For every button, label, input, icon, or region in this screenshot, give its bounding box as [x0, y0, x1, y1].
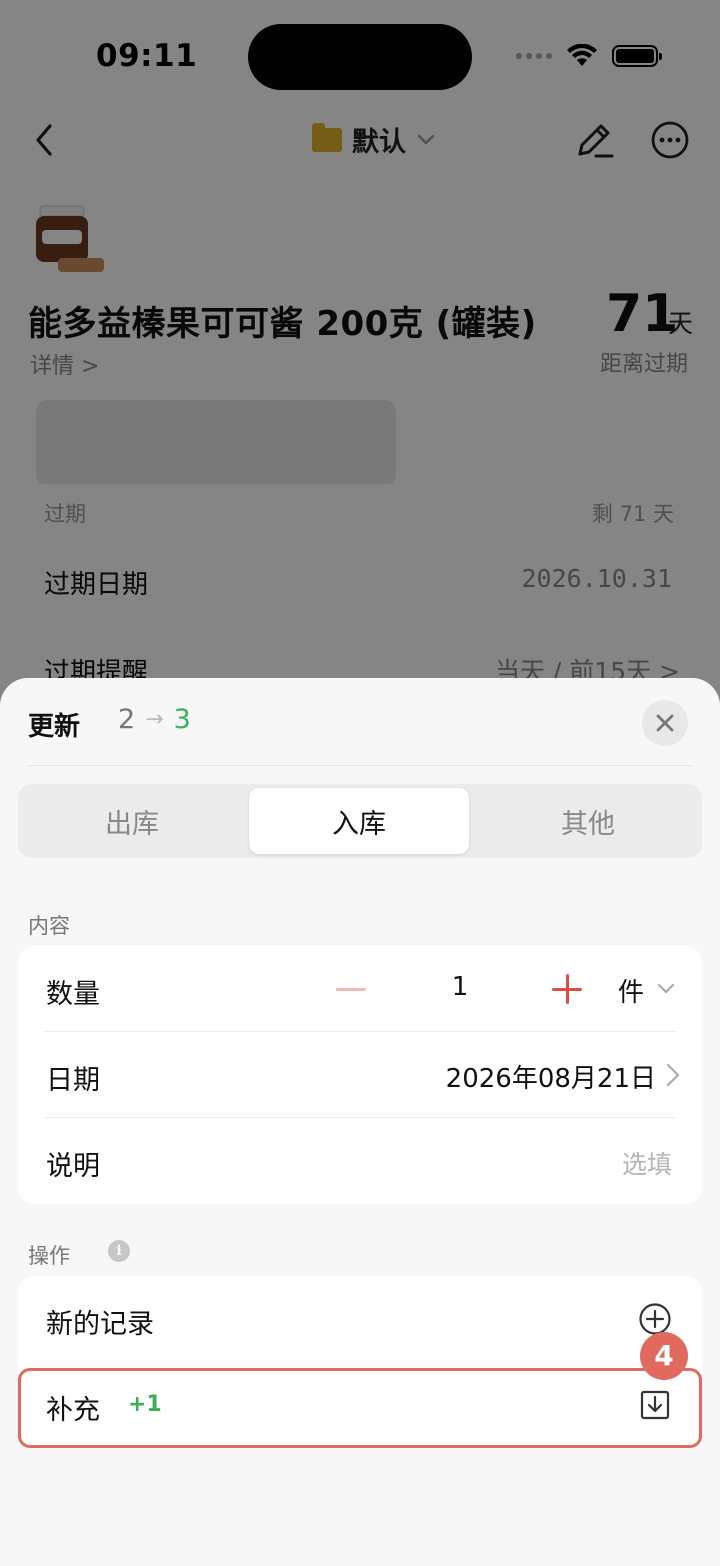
note-input[interactable]: 选填: [622, 1145, 672, 1181]
info-icon[interactable]: i: [108, 1240, 130, 1262]
date-value[interactable]: 2026年08月21日: [446, 1058, 656, 1095]
content-card: 数量 1 件 日期 2026年08月21日 说明 选填: [18, 946, 702, 1204]
quantity-value[interactable]: 1: [438, 972, 482, 1002]
quantity-row: 数量 1 件: [18, 946, 702, 1032]
close-button[interactable]: [642, 700, 688, 746]
segmented-control: 出库 入库 其他: [18, 784, 702, 858]
new-record-label: 新的记录: [46, 1309, 154, 1340]
tab-outbound[interactable]: 出库: [22, 788, 242, 854]
new-record-row[interactable]: 新的记录: [18, 1276, 702, 1362]
note-label: 说明: [46, 1151, 100, 1182]
divider: [28, 765, 692, 766]
version-to: 3: [173, 704, 191, 735]
date-row[interactable]: 日期 2026年08月21日: [18, 1032, 702, 1118]
unit-selector[interactable]: 件: [618, 972, 644, 1009]
increment-button[interactable]: [552, 974, 582, 1004]
add-circle-icon[interactable]: [638, 1302, 672, 1336]
chevron-down-icon[interactable]: [656, 978, 676, 998]
note-row[interactable]: 说明 选填: [18, 1118, 702, 1204]
version-from: 2: [118, 704, 136, 735]
close-icon: [656, 714, 674, 732]
sheet-title: 更新: [28, 712, 81, 742]
date-label: 日期: [46, 1065, 100, 1096]
content-section-label: 内容: [28, 914, 70, 938]
chevron-right-icon: [666, 1063, 680, 1087]
decrement-button[interactable]: [336, 988, 366, 991]
step-badge: 4: [640, 1332, 688, 1380]
version-change: 2 → 3: [118, 704, 191, 735]
arrow-right-icon: →: [145, 707, 164, 732]
highlight-box: [18, 1368, 702, 1448]
actions-section-label: 操作: [28, 1244, 70, 1268]
tab-other[interactable]: 其他: [478, 788, 698, 854]
tab-inbound[interactable]: 入库: [249, 788, 469, 854]
quantity-label: 数量: [46, 979, 100, 1010]
actions-section: 操作 i: [28, 1240, 130, 1270]
